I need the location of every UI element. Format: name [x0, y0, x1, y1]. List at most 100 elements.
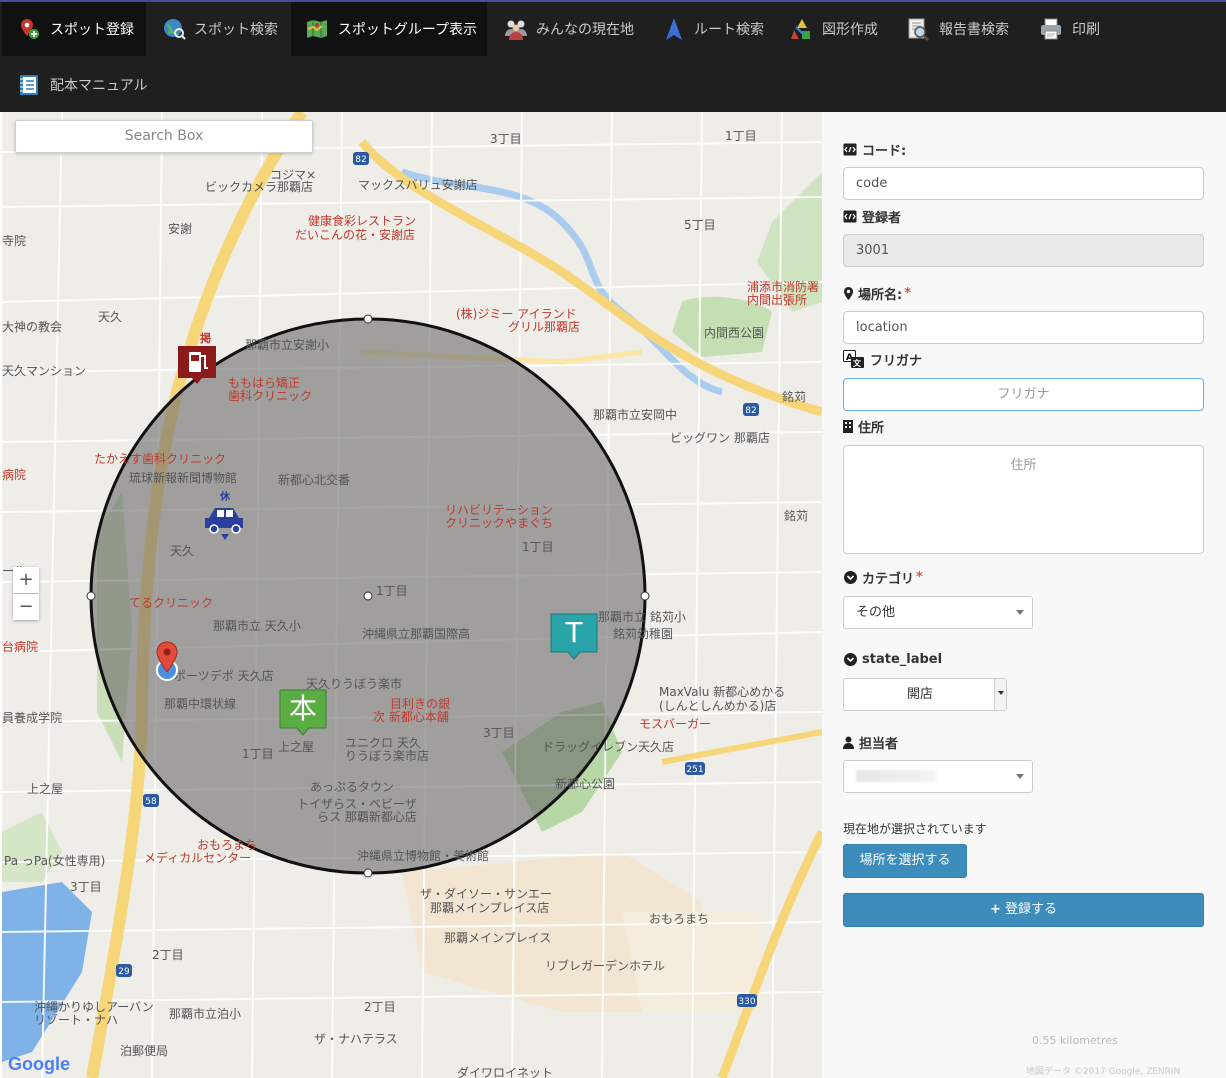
- map-label: ユニクロ 天久: [345, 736, 421, 750]
- zoom-in-button[interactable]: +: [13, 567, 39, 593]
- nav-spot-search[interactable]: スポット検索: [148, 2, 288, 56]
- people-group-icon: [504, 16, 528, 42]
- map-label: あっぷるタウン: [310, 780, 395, 794]
- svg-text:29: 29: [118, 967, 130, 977]
- code-input[interactable]: code: [843, 167, 1204, 200]
- map-label: 天久: [170, 544, 195, 558]
- svg-text:82: 82: [355, 155, 366, 165]
- plus-icon: +: [990, 902, 1001, 917]
- map-label: おもろまち: [197, 838, 258, 852]
- map-label: 大神の教会: [2, 320, 63, 334]
- map-label: 5丁目: [684, 218, 716, 232]
- map-label: 寺院: [2, 234, 27, 248]
- map-label: リゾート・ナハ: [34, 1013, 119, 1027]
- map-label: (株)ジミー アイランド: [456, 307, 577, 321]
- svg-text:82: 82: [745, 406, 756, 416]
- nav-spot-group[interactable]: スポットグループ表示: [291, 2, 487, 56]
- place-name-input[interactable]: location: [843, 311, 1204, 344]
- book-marker[interactable]: 本: [278, 688, 328, 738]
- person-in-charge-label: 担当者: [843, 733, 898, 752]
- map-label: ザ・ナハテラス: [314, 1032, 398, 1046]
- map-label: 3丁目: [490, 132, 522, 146]
- map-label: メディカルセンター: [144, 851, 252, 865]
- map-label: ビックカメラ那覇店: [205, 180, 314, 194]
- map-label: ポーツデポ 天久店: [174, 669, 274, 683]
- map-search-input[interactable]: Search Box: [15, 120, 313, 153]
- caret-down-icon: [998, 691, 1004, 695]
- nav-print[interactable]: 印刷: [1024, 2, 1114, 56]
- state-select[interactable]: 開店: [843, 678, 1007, 711]
- registrant-input: 3001: [843, 234, 1204, 267]
- taxi-marker[interactable]: 休: [201, 490, 249, 540]
- map-label: 琉球新報新聞博物館: [129, 471, 238, 485]
- map-label: ダイワロイネット: [457, 1066, 554, 1078]
- map-canvas[interactable]: 82 82 58 29 251 330 3丁目 1丁目 コジマ× ビックカメラ那…: [2, 112, 822, 1078]
- select-place-button[interactable]: 場所を選択する: [843, 844, 967, 878]
- map-label: 那覇市立 天久小: [213, 619, 301, 633]
- map-label: 1丁目: [242, 747, 274, 761]
- registrant-label: 登録者: [843, 207, 901, 226]
- furigana-label: A文 フリガナ: [843, 349, 922, 369]
- manual-book-icon: [16, 72, 42, 98]
- map-label: 安謝: [168, 222, 193, 236]
- person-in-charge-select[interactable]: [843, 760, 1033, 793]
- map-base-layer: 82 82 58 29 251 330: [2, 112, 822, 1078]
- code-icon: [843, 143, 857, 157]
- nav-shape-create[interactable]: 図形作成: [776, 2, 888, 56]
- map-label: 内間出張所: [747, 293, 808, 307]
- map-label: グリル那覇店: [508, 320, 581, 334]
- fuel-badge: 掲: [200, 332, 211, 345]
- nav-spot-register[interactable]: スポット登録: [2, 2, 146, 56]
- map-label: 1丁目: [522, 540, 554, 554]
- map-marker-icon: [843, 287, 853, 301]
- furigana-input[interactable]: フリガナ: [843, 378, 1204, 411]
- nav-everyone-location[interactable]: みんなの現在地: [490, 2, 642, 56]
- zoom-out-button[interactable]: −: [13, 594, 39, 620]
- nav-route-search[interactable]: ルート検索: [648, 2, 774, 56]
- state-select-spinner[interactable]: [994, 679, 1006, 710]
- t-marker-label: T: [565, 616, 583, 649]
- fuel-station-marker[interactable]: 掲: [174, 332, 222, 390]
- map-attribution: 地図データ ©2017 Google, ZENRIN: [1026, 1067, 1181, 1077]
- map-label: たかえす歯科クリニック: [94, 452, 227, 466]
- nav-report-search[interactable]: 報告書検索: [891, 2, 1021, 56]
- map-label: だいこんの花・安謝店: [295, 228, 416, 242]
- google-logo: Google: [8, 1054, 70, 1074]
- map-label: ドラッグイレブン天久店: [542, 740, 675, 754]
- map-label: 沖縄県立那覇国際高: [362, 627, 471, 641]
- book-marker-label: 本: [288, 692, 317, 725]
- map-label: 3丁目: [483, 726, 515, 740]
- address-label: 住所: [843, 417, 884, 436]
- caret-down-icon: [1016, 610, 1024, 615]
- map-label: 次 新都心本舗: [373, 710, 449, 724]
- t-marker[interactable]: T: [549, 612, 599, 664]
- nav-distribution-manual[interactable]: 配本マニュアル: [2, 58, 162, 112]
- map-label: 目利きの銀: [390, 697, 451, 711]
- map-label: 上之屋: [27, 782, 64, 796]
- map-label: リハビリテーション: [445, 503, 553, 517]
- map-label: 那覇市立安岡中: [593, 408, 678, 422]
- blurred-name: [856, 770, 936, 782]
- building-icon: [843, 420, 853, 434]
- location-status-text: 現在地が選択されています: [843, 822, 987, 836]
- register-button[interactable]: + 登録する: [843, 893, 1204, 927]
- spot-register-form: コード: code 登録者 3001 場所名: * location A文 フリ…: [822, 112, 1226, 1078]
- svg-text:文: 文: [853, 358, 862, 368]
- address-textarea[interactable]: 住所: [843, 445, 1204, 554]
- map-label: りうぼう楽市店: [345, 749, 430, 763]
- map-label: 天久マンション: [2, 364, 87, 378]
- map-label: 病院: [2, 468, 27, 482]
- category-select[interactable]: その他: [843, 596, 1033, 629]
- map-label: ザ・ダイソー・サンエー: [420, 887, 553, 901]
- svg-text:330: 330: [738, 997, 755, 1007]
- map-label: 那覇市立泊小: [169, 1007, 242, 1021]
- map-label: 沖縄県立博物館・美術館: [357, 849, 490, 863]
- navigation-arrow-icon: [662, 16, 686, 42]
- svg-text:251: 251: [686, 765, 703, 775]
- map-label: 1丁目: [376, 584, 408, 598]
- location-pin-marker[interactable]: [150, 640, 184, 684]
- map-label: 天久: [98, 310, 123, 324]
- map-label: 沖縄かりゆしアーバン: [34, 1000, 154, 1014]
- map-label: 那覇メインプレイス: [444, 931, 552, 945]
- caret-down-icon: [1016, 774, 1024, 779]
